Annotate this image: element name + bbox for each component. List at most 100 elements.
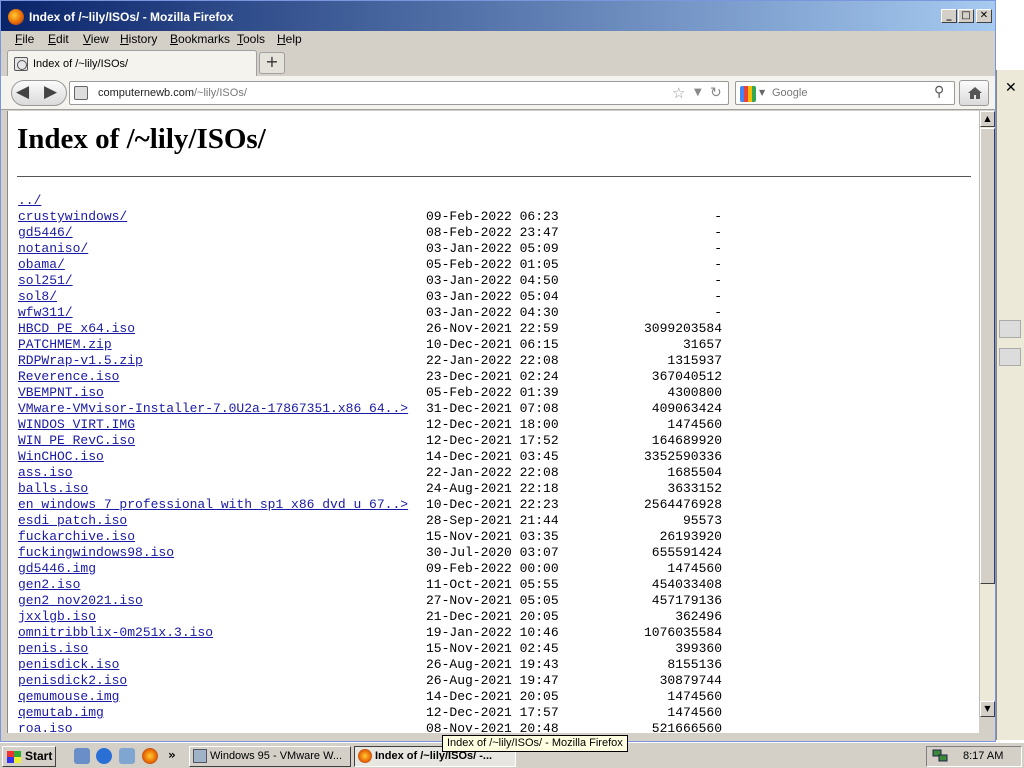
menu-edit[interactable]: Edit (48, 32, 69, 46)
vertical-scrollbar[interactable]: ▲ ▼ (979, 111, 995, 717)
file-link[interactable]: sol8/ (18, 289, 57, 304)
tab-active[interactable]: Index of /~lily/ISOs/ (7, 50, 257, 76)
file-size: - (714, 225, 722, 240)
network-icon[interactable] (119, 748, 135, 764)
menu-help[interactable]: Help (277, 32, 302, 46)
network-status-icon[interactable] (932, 749, 948, 763)
file-link[interactable]: sol251/ (18, 273, 73, 288)
task-vmware[interactable]: Windows 95 - VMware W... (189, 746, 351, 767)
system-tray: 8:17 AM (926, 746, 1022, 767)
file-link[interactable]: qemumouse.img (18, 689, 119, 704)
navigation-toolbar: ◀ ▶ computernewb.com/~lily/ISOs/ ☆ ▼ ↻ ▼… (1, 76, 995, 110)
file-date: 08-Feb-2022 23:47 (426, 225, 559, 240)
file-link[interactable]: esdi patch.iso (18, 513, 127, 528)
file-date: 12-Dec-2021 18:00 (426, 417, 559, 432)
url-bar[interactable]: computernewb.com/~lily/ISOs/ ☆ ▼ ↻ (69, 81, 729, 105)
menu-file[interactable]: File (15, 32, 34, 46)
scroll-up-arrow-icon[interactable]: ▲ (980, 111, 995, 127)
title-bar[interactable]: Index of /~lily/ISOs/ - Mozilla Firefox … (1, 1, 995, 31)
url-history-dropdown-icon[interactable]: ▼ (694, 87, 702, 98)
firefox-quicklaunch-icon[interactable] (142, 748, 158, 764)
file-link[interactable]: gen2 nov2021.iso (18, 593, 143, 608)
file-date: 19-Jan-2022 10:46 (426, 625, 559, 640)
site-identity-icon[interactable] (74, 86, 88, 100)
minimize-button[interactable]: _ (941, 9, 957, 23)
file-link[interactable]: penisdick.iso (18, 657, 119, 672)
menu-bookmarks[interactable]: Bookmarks (170, 32, 230, 46)
file-link[interactable]: gd5446.img (18, 561, 96, 576)
file-link[interactable]: omnitribblix-0m251x.3.iso (18, 625, 213, 640)
file-size: 367040512 (651, 369, 722, 384)
search-bar[interactable]: ▼ Google ⚲ (735, 81, 955, 105)
file-link[interactable]: RDPWrap-v1.5.zip (18, 353, 143, 368)
menu-history[interactable]: History (120, 32, 157, 46)
scroll-down-arrow-icon[interactable]: ▼ (980, 701, 995, 717)
file-size: 30879744 (659, 673, 722, 688)
reload-icon[interactable]: ↻ (710, 85, 722, 101)
menu-view[interactable]: View (83, 32, 109, 46)
file-link[interactable]: VBEMPNT.iso (18, 385, 104, 400)
menu-bar: File Edit View History Bookmarks Tools H… (1, 31, 995, 47)
close-button[interactable]: ✕ (976, 9, 992, 23)
file-date: 24-Aug-2021 22:18 (426, 481, 559, 496)
file-date: 12-Dec-2021 17:57 (426, 705, 559, 720)
vmware-icon (193, 749, 207, 763)
page-title: Index of /~lily/ISOs/ (17, 123, 266, 155)
home-icon (968, 87, 982, 99)
file-link[interactable]: WINDOS VIRT.IMG (18, 417, 135, 432)
search-magnifier-icon[interactable]: ⚲ (934, 84, 944, 100)
file-size: 655591424 (651, 545, 722, 560)
engine-dropdown-icon[interactable]: ▼ (759, 88, 765, 97)
file-link[interactable]: obama/ (18, 257, 65, 272)
file-link[interactable]: penisdick2.iso (18, 673, 127, 688)
file-link[interactable]: notaniso/ (18, 241, 88, 256)
maximize-button[interactable]: □ (958, 9, 974, 23)
forward-arrow-icon[interactable]: ▶ (44, 82, 57, 102)
file-link[interactable]: ass.iso (18, 465, 73, 480)
file-link[interactable]: gen2.iso (18, 577, 80, 592)
file-link[interactable]: PATCHMEM.zip (18, 337, 112, 352)
back-arrow-icon[interactable]: ◀ (16, 82, 29, 102)
file-size: 1474560 (667, 705, 722, 720)
file-link[interactable]: fuckarchive.iso (18, 529, 135, 544)
home-button[interactable] (959, 80, 989, 106)
file-link[interactable]: wfw311/ (18, 305, 73, 320)
file-date: 15-Nov-2021 02:45 (426, 641, 559, 656)
bookmark-star-icon[interactable]: ☆ (672, 84, 685, 102)
file-link[interactable]: gd5446/ (18, 225, 73, 240)
file-link[interactable]: qemutab.img (18, 705, 104, 720)
file-link[interactable]: penis.iso (18, 641, 88, 656)
file-date: 08-Nov-2021 20:48 (426, 721, 559, 733)
firefox-task-icon (358, 749, 372, 763)
file-link[interactable]: Reverence.iso (18, 369, 119, 384)
file-date: 14-Dec-2021 20:05 (426, 689, 559, 704)
file-date: 09-Feb-2022 06:23 (426, 209, 559, 224)
search-input[interactable]: Google (772, 87, 807, 99)
scroll-thumb[interactable] (980, 128, 995, 584)
file-link[interactable]: crustywindows/ (18, 209, 127, 224)
file-size: 3633152 (667, 481, 722, 496)
file-size: 399360 (675, 641, 722, 656)
file-link[interactable]: en windows 7 professional with sp1 x86 d… (18, 497, 408, 512)
file-date: 03-Jan-2022 05:09 (426, 241, 559, 256)
file-link[interactable]: jxxlgb.iso (18, 609, 96, 624)
show-desktop-icon[interactable] (74, 748, 90, 764)
new-tab-button[interactable]: + (259, 52, 285, 74)
google-engine-icon[interactable] (740, 86, 756, 102)
quicklaunch-more-icon[interactable]: » (168, 748, 176, 762)
file-link[interactable]: VMware-VMvisor-Installer-7.0U2a-17867351… (18, 401, 408, 416)
file-size: 1685504 (667, 465, 722, 480)
url-text[interactable]: computernewb.com/~lily/ISOs/ (98, 87, 247, 99)
background-close-icon[interactable]: ✕ (1005, 80, 1017, 96)
start-button[interactable]: Start (2, 746, 56, 767)
file-link[interactable]: WIN PE RevC.iso (18, 433, 135, 448)
file-link[interactable]: roa.iso (18, 721, 73, 733)
internet-explorer-icon[interactable] (96, 748, 112, 764)
menu-tools[interactable]: Tools (237, 32, 265, 46)
file-link[interactable]: balls.iso (18, 481, 88, 496)
file-link[interactable]: fuckingwindows98.iso (18, 545, 174, 560)
file-link[interactable]: HBCD PE x64.iso (18, 321, 135, 336)
file-link[interactable]: WinCHOC.iso (18, 449, 104, 464)
task-vmware-label: Windows 95 - VMware W... (210, 750, 343, 762)
file-link[interactable]: ../ (18, 193, 41, 208)
